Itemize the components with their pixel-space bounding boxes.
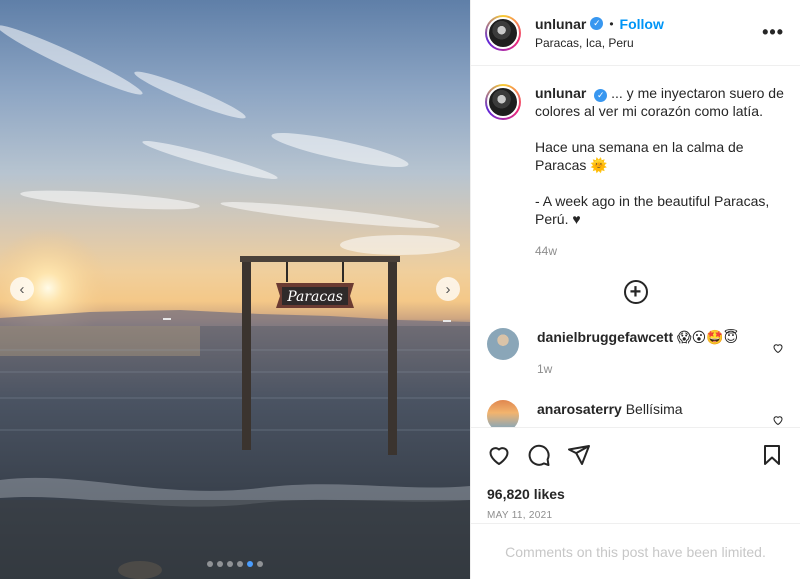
location-link[interactable]: Paracas, Ica, Peru <box>535 36 762 50</box>
caption-avatar[interactable] <box>485 84 521 120</box>
header-username[interactable]: unlunar <box>535 16 586 32</box>
caption: unlunar ✓ ... y me inyectaron suero de c… <box>471 66 800 260</box>
comment-icon[interactable] <box>527 443 551 467</box>
more-options-button[interactable]: ••• <box>762 22 784 43</box>
post-sidebar: unlunar ✓ • Follow Paracas, Ica, Peru ••… <box>470 0 800 579</box>
carousel-dot[interactable] <box>257 561 263 567</box>
chevron-right-icon: › <box>445 280 451 298</box>
carousel-dot[interactable] <box>237 561 243 567</box>
carousel-dot[interactable] <box>227 561 233 567</box>
carousel-dot[interactable] <box>207 561 213 567</box>
avatar[interactable] <box>487 328 519 360</box>
post-actions: 96,820 likes MAY 11, 2021 <box>471 427 800 523</box>
chevron-left-icon: ‹ <box>19 280 25 298</box>
caption-text-2: Hace una semana en la calma de Paracas 🌞 <box>535 139 744 173</box>
instagram-post: Paracas ‹ › unlunar ✓ • Follow Paracas, … <box>0 0 800 579</box>
verified-badge-icon: ✓ <box>590 17 604 30</box>
carousel-indicators <box>0 561 470 567</box>
follow-button[interactable]: Follow <box>620 16 664 32</box>
separator-dot: • <box>609 16 614 31</box>
like-heart-icon[interactable] <box>487 443 511 467</box>
comments-limited-notice: Comments on this post have been limited. <box>471 523 800 579</box>
previous-slide-button[interactable]: ‹ <box>10 277 34 301</box>
caption-text-3: - A week ago in the beautiful Paracas, P… <box>535 193 770 227</box>
comment-age: 1w <box>537 362 553 376</box>
next-slide-button[interactable]: › <box>436 277 460 301</box>
list-item: anarosaterry Bellísima <box>471 400 800 427</box>
list-item: danielbruggefawcett 😱😮🤩😇 1w <box>471 328 800 378</box>
avatar[interactable] <box>485 14 521 51</box>
post-date[interactable]: MAY 11, 2021 <box>487 510 784 521</box>
comment-text: Bellísima <box>625 401 683 417</box>
plus-circle-icon[interactable]: + <box>623 280 648 304</box>
sign-text: Paracas <box>286 289 343 305</box>
load-more-comments[interactable]: + <box>471 280 800 304</box>
likes-count[interactable]: 96,820 likes <box>487 486 784 502</box>
comment-username[interactable]: danielbruggefawcett <box>537 329 673 345</box>
carousel-dot[interactable] <box>247 561 253 567</box>
comments-scroll-area[interactable]: unlunar ✓ ... y me inyectaron suero de c… <box>471 66 800 427</box>
sunset-scene: Paracas <box>0 25 470 579</box>
post-photo[interactable]: Paracas ‹ › <box>0 0 470 579</box>
avatar[interactable] <box>487 400 519 427</box>
heart-icon[interactable] <box>772 342 784 354</box>
verified-badge-icon: ✓ <box>594 88 608 102</box>
caption-age: 44w <box>535 244 558 258</box>
carousel-dot[interactable] <box>217 561 223 567</box>
save-bookmark-icon[interactable] <box>760 443 784 467</box>
post-header: unlunar ✓ • Follow Paracas, Ica, Peru ••… <box>471 0 800 66</box>
caption-username[interactable]: unlunar <box>535 85 586 101</box>
heart-icon[interactable] <box>772 414 784 426</box>
comment-username[interactable]: anarosaterry <box>537 401 622 417</box>
share-icon[interactable] <box>567 443 591 467</box>
comment-text: 😱😮🤩😇 <box>677 329 739 345</box>
